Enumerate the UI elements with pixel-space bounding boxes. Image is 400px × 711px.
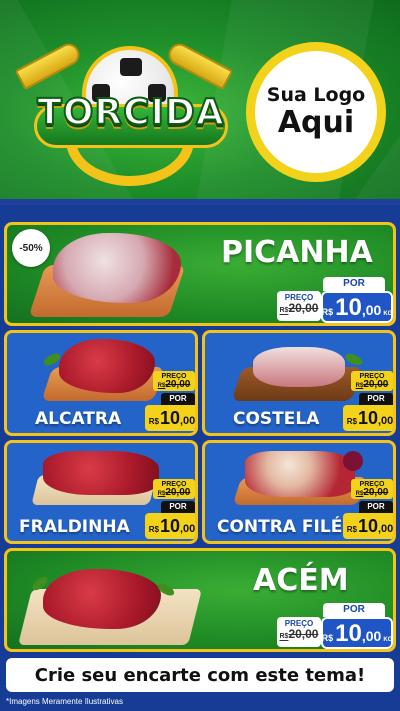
por-label: POR bbox=[161, 501, 195, 513]
old-price: PREÇO R$20,00 bbox=[351, 479, 393, 499]
price-tag: PREÇO R$20,00 POR R$ 10,00 bbox=[343, 479, 393, 541]
por-label: POR bbox=[161, 393, 195, 405]
acem-meat-image bbox=[43, 569, 161, 629]
product-name: PICANHA bbox=[221, 235, 373, 270]
disclaimer-text: *Imagens Meramente Ilustrativas bbox=[6, 697, 123, 706]
picanha-meat-image bbox=[53, 233, 181, 303]
product-card-picanha: -50% PICANHA POR PREÇO R$20,00 R$ 10,00 … bbox=[4, 222, 396, 326]
alcatra-meat-image bbox=[59, 339, 155, 393]
price-tag: PREÇO R$20,00 POR R$ 10,00 bbox=[343, 371, 393, 433]
product-name: ALCATRA bbox=[35, 409, 122, 429]
price-tag: PREÇO R$20,00 POR R$ 10,00 bbox=[145, 479, 195, 541]
torcida-logo: TORCIDA bbox=[14, 36, 234, 186]
brand-title: TORCIDA bbox=[36, 91, 225, 134]
logo-line-1: Sua Logo bbox=[266, 84, 366, 107]
vuvuzela-icon bbox=[14, 39, 84, 91]
your-logo-placeholder: Sua Logo Aqui bbox=[246, 42, 386, 182]
product-card-fraldinha: FRALDINHA PREÇO R$20,00 POR R$ 10,00 bbox=[4, 440, 198, 544]
por-label: POR bbox=[359, 393, 393, 405]
old-price: PREÇO R$20,00 bbox=[277, 617, 321, 647]
cta-banner[interactable]: Crie seu encarte com este tema! bbox=[6, 658, 394, 692]
product-name: CONTRA FILÉ bbox=[217, 517, 343, 537]
current-price: R$ 10,00 KG bbox=[321, 617, 393, 649]
product-card-costela: COSTELA PREÇO R$20,00 POR R$ 10,00 bbox=[202, 330, 396, 436]
onion-garnish bbox=[343, 451, 363, 471]
product-card-acem: ACÉM POR PREÇO R$20,00 R$ 10,00 KG bbox=[4, 548, 396, 652]
product-name: COSTELA bbox=[233, 409, 320, 429]
old-price: PREÇO R$20,00 bbox=[153, 371, 195, 391]
product-card-contra-file: CONTRA FILÉ PREÇO R$20,00 POR R$ 10,00 bbox=[202, 440, 396, 544]
current-price: R$ 10,00 bbox=[343, 513, 393, 539]
costela-meat-image bbox=[253, 347, 345, 387]
price-tag: PREÇO R$20,00 POR R$ 10,00 bbox=[145, 371, 195, 433]
logo-line-2: Aqui bbox=[277, 104, 355, 140]
contra-file-meat-image bbox=[245, 451, 355, 497]
discount-badge: -50% bbox=[12, 229, 50, 267]
header-banner: TORCIDA Sua Logo Aqui bbox=[0, 0, 400, 205]
product-card-alcatra: ALCATRA PREÇO R$20,00 POR R$ 10,00 bbox=[4, 330, 198, 436]
current-price: R$ 10,00 bbox=[343, 405, 393, 431]
current-price: R$ 10,00 KG bbox=[321, 291, 393, 323]
product-name: FRALDINHA bbox=[19, 517, 130, 537]
por-label: POR bbox=[359, 501, 393, 513]
por-label: POR bbox=[323, 603, 385, 617]
old-price: PREÇO R$20,00 bbox=[153, 479, 195, 499]
product-name: ACÉM bbox=[253, 563, 349, 598]
current-price: R$ 10,00 bbox=[145, 405, 195, 431]
old-price: PREÇO R$20,00 bbox=[277, 291, 321, 321]
current-price: R$ 10,00 bbox=[145, 513, 195, 539]
herb-garnish bbox=[343, 351, 365, 368]
old-price: PREÇO R$20,00 bbox=[351, 371, 393, 391]
fraldinha-meat-image bbox=[43, 451, 159, 495]
price-tag: POR PREÇO R$20,00 R$ 10,00 KG bbox=[277, 603, 393, 649]
price-tag: POR PREÇO R$20,00 R$ 10,00 KG bbox=[277, 277, 393, 323]
por-label: POR bbox=[323, 277, 385, 291]
